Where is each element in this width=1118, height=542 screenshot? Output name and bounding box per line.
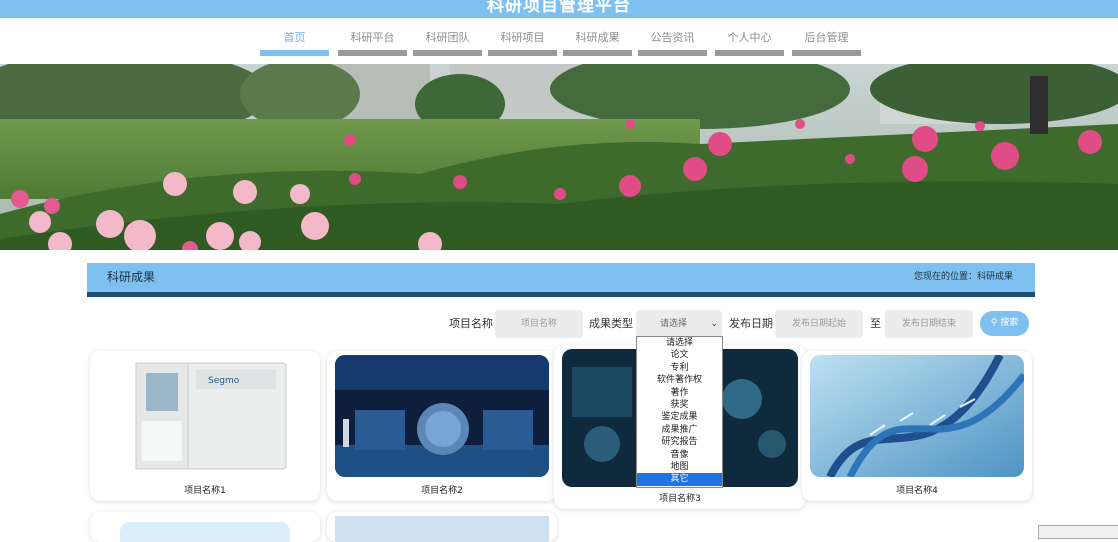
nav-item-label: 科研平台	[350, 31, 395, 44]
dropdown-option[interactable]: 论文	[637, 349, 722, 361]
app-header: 科研项目管理平台	[0, 0, 1118, 18]
dropdown-option[interactable]: 成果推广	[637, 424, 722, 436]
project-name-label: 项目名称	[449, 317, 493, 330]
nav-item-label: 公告资讯	[650, 31, 695, 44]
date-end-input[interactable]: 发布日期结束	[885, 310, 973, 338]
type-select[interactable]: 请选择 ⌄	[636, 310, 722, 338]
main-nav: 首页 科研平台 科研团队 科研项目 科研成果 公告资讯 个人中心 后台管理	[0, 18, 1118, 64]
dropdown-option[interactable]: 音像	[637, 449, 722, 461]
project-name: 项目名称3	[659, 494, 701, 504]
project-card[interactable]: 项目名称4	[802, 351, 1032, 501]
section-title: 科研成果	[107, 270, 156, 284]
nav-item-achievements[interactable]: 科研成果	[563, 28, 632, 64]
project-image	[810, 355, 1024, 477]
nav-item-label: 后台管理	[804, 31, 849, 44]
dropdown-option[interactable]: 研究报告	[637, 436, 722, 448]
nav-item-profile[interactable]: 个人中心	[715, 28, 784, 64]
project-card[interactable]: 项目名称2	[327, 351, 557, 501]
to-label: 至	[870, 317, 881, 330]
nav-item-label: 科研成果	[575, 31, 620, 44]
project-name-input[interactable]: 项目名称	[495, 310, 583, 338]
svg-text:Segmo: Segmo	[208, 376, 240, 386]
project-card[interactable]: Segmo 项目名称1	[90, 351, 320, 501]
banner-image	[0, 64, 1118, 250]
project-image: Segmo	[98, 355, 312, 477]
nav-item-projects[interactable]: 科研项目	[488, 28, 557, 64]
project-name: 项目名称1	[184, 486, 226, 496]
dropdown-option-selected[interactable]: 其它	[637, 473, 722, 486]
nav-item-team[interactable]: 科研团队	[413, 28, 482, 64]
dropdown-option[interactable]: 地图	[637, 461, 722, 473]
dropdown-option[interactable]: 获奖	[637, 399, 722, 411]
nav-item-label: 首页	[283, 31, 306, 44]
project-name: 项目名称4	[896, 486, 938, 496]
search-button[interactable]: ⚲ 搜索	[980, 311, 1029, 336]
search-button-label: 搜索	[1000, 318, 1019, 328]
project-card[interactable]	[327, 512, 557, 542]
floating-widget[interactable]	[1038, 525, 1118, 539]
nav-item-label: 个人中心	[727, 31, 772, 44]
nav-item-platform[interactable]: 科研平台	[338, 28, 407, 64]
site-title: 科研项目管理平台	[487, 0, 631, 16]
nav-item-news[interactable]: 公告资讯	[638, 28, 707, 64]
project-name: 项目名称2	[421, 486, 463, 496]
type-select-value: 请选择	[660, 319, 688, 329]
dropdown-option[interactable]: 专利	[637, 362, 722, 374]
project-image	[335, 355, 549, 477]
project-card[interactable]	[90, 512, 320, 542]
dropdown-option[interactable]: 鉴定成果	[637, 411, 722, 423]
nav-item-label: 科研团队	[425, 31, 470, 44]
dropdown-option[interactable]: 软件著作权	[637, 374, 722, 386]
nav-item-admin[interactable]: 后台管理	[792, 28, 861, 64]
nav-item-home[interactable]: 首页	[260, 28, 329, 64]
type-dropdown-menu[interactable]: 请选择 论文 专利 软件著作权 著作 获奖 鉴定成果 成果推广 研究报告 音像 …	[636, 336, 723, 488]
search-icon: ⚲	[990, 318, 998, 328]
dropdown-option[interactable]: 请选择	[637, 337, 722, 349]
dropdown-option[interactable]: 著作	[637, 387, 722, 399]
breadcrumb: 您现在的位置：科研成果	[913, 272, 1013, 282]
section-header: 科研成果 您现在的位置：科研成果	[87, 263, 1035, 297]
date-start-input[interactable]: 发布日期起始	[775, 310, 863, 338]
type-label: 成果类型	[589, 317, 633, 330]
chevron-down-icon: ⌄	[710, 319, 718, 329]
search-filters: 项目名称 项目名称 成果类型 请选择 ⌄ 发布日期 发布日期起始 至 发布日期结…	[0, 310, 1118, 338]
nav-item-label: 科研项目	[500, 31, 545, 44]
date-label: 发布日期	[729, 317, 773, 330]
